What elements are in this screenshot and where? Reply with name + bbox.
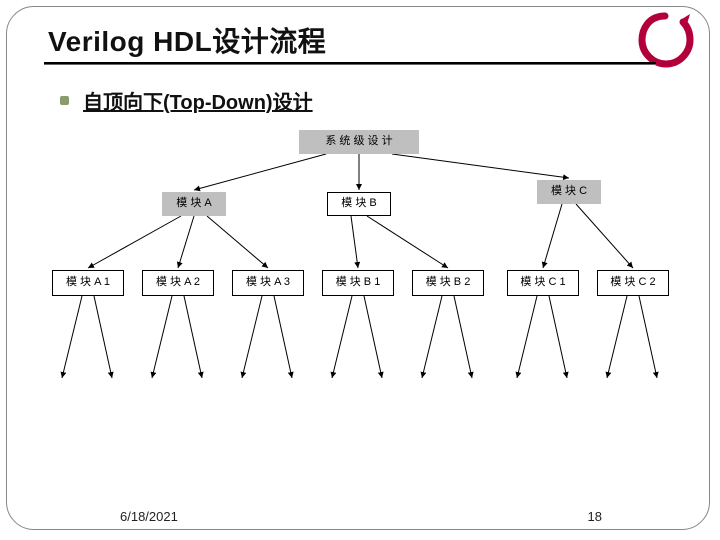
- footer-page: 18: [588, 509, 602, 524]
- node-l2-c1: 模 块 C 1: [507, 270, 579, 296]
- footer-date: 6/18/2021: [120, 509, 178, 524]
- node-l2-a3: 模 块 A 3: [232, 270, 304, 296]
- node-l2-c2: 模 块 C 2: [597, 270, 669, 296]
- node-l1-a: 模 块 A: [162, 192, 226, 216]
- node-l1-b: 模 块 B: [327, 192, 391, 216]
- node-root: 系 统 级 设 计: [299, 130, 419, 154]
- bullet-marker: [60, 96, 69, 105]
- bullet-text: 自顶向下(Top-Down)设计: [83, 86, 313, 115]
- node-l2-b1: 模 块 B 1: [322, 270, 394, 296]
- node-l1-c: 模 块 C: [537, 180, 601, 204]
- node-l2-b2: 模 块 B 2: [412, 270, 484, 296]
- node-l2-a2: 模 块 A 2: [142, 270, 214, 296]
- node-l2-a1: 模 块 A 1: [52, 270, 124, 296]
- logo: [636, 10, 694, 68]
- slide-title: Verilog HDL设计流程: [48, 20, 326, 60]
- tree-diagram: 系 统 级 设 计 模 块 A 模 块 B 模 块 C 模 块 A 1 模 块 …: [26, 120, 692, 470]
- bullet-item: 自顶向下(Top-Down)设计: [60, 86, 313, 115]
- title-underline: [44, 62, 656, 65]
